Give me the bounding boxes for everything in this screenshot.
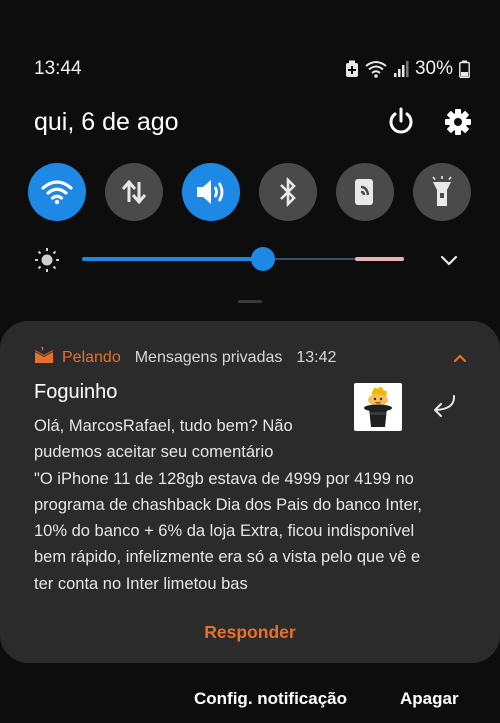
notification-body-line: Olá, MarcosRafael, tudo bem? Não bbox=[34, 417, 293, 435]
notification-settings-button[interactable]: Config. notificação bbox=[194, 689, 347, 709]
notification-body-line: pudemos aceitar seu comentário bbox=[34, 443, 274, 462]
notification-body-line: 10% do banco + 6% da loja Extra, ficou i… bbox=[34, 522, 415, 541]
collapse-button[interactable] bbox=[452, 351, 468, 363]
data-arrows-icon bbox=[121, 179, 147, 205]
status-time: 13:44 bbox=[34, 58, 82, 79]
battery-saver-icon bbox=[345, 60, 359, 78]
chevron-up-icon bbox=[453, 354, 467, 363]
brightness-fill bbox=[82, 257, 263, 261]
notification-body-line: "O iPhone 11 de 128gb estava de 4999 por… bbox=[34, 469, 414, 488]
brightness-thumb[interactable] bbox=[251, 247, 275, 271]
panel-date: qui, 6 de ago bbox=[34, 108, 179, 136]
notification-card[interactable]: Pelando Mensagens privadas 13:42 Foguinh… bbox=[0, 321, 500, 663]
signal-icon bbox=[393, 60, 409, 78]
brightness-icon bbox=[34, 247, 60, 273]
speaker-icon bbox=[197, 180, 224, 204]
wifi-toggle[interactable] bbox=[28, 163, 86, 221]
screen-rotation-toggle[interactable] bbox=[336, 163, 394, 221]
pelando-app-icon bbox=[34, 346, 54, 369]
notification-body-line: bem rápido, infelizmente era só a vista … bbox=[34, 548, 421, 567]
power-icon bbox=[389, 107, 413, 134]
flashlight-toggle[interactable] bbox=[413, 163, 471, 221]
wifi-icon bbox=[41, 180, 73, 205]
expand-button[interactable] bbox=[438, 250, 460, 270]
flashlight-icon bbox=[432, 176, 452, 206]
reply-button[interactable]: Responder bbox=[0, 622, 500, 643]
brightness-track bbox=[263, 258, 355, 260]
notification-title: Foguinho bbox=[34, 381, 118, 403]
drag-handle[interactable] bbox=[238, 300, 262, 303]
settings-button[interactable] bbox=[443, 106, 473, 138]
gear-icon bbox=[445, 109, 471, 135]
brightness-slider[interactable] bbox=[82, 257, 404, 261]
power-button[interactable] bbox=[386, 106, 416, 138]
notification-channel: Mensagens privadas bbox=[134, 348, 283, 366]
notification-time: 13:42 bbox=[296, 348, 337, 366]
brightness-high-zone bbox=[355, 257, 404, 261]
notification-body-line: programa de chashback Dia dos Pais do ba… bbox=[34, 495, 422, 514]
bluetooth-icon bbox=[280, 177, 296, 207]
status-icons: 30% bbox=[345, 58, 470, 80]
bluetooth-toggle[interactable] bbox=[259, 163, 317, 221]
quick-toggles bbox=[28, 163, 471, 221]
wifi-icon bbox=[365, 60, 387, 78]
rotate-icon bbox=[355, 179, 373, 205]
battery-percent: 30% bbox=[414, 58, 453, 79]
notification-body-line: ter conta no Inter limetou bas bbox=[34, 574, 248, 593]
notification-app-name: Pelando bbox=[62, 348, 121, 366]
chevron-down-icon bbox=[440, 255, 458, 266]
battery-icon bbox=[459, 60, 470, 78]
mobile-data-toggle[interactable] bbox=[105, 163, 163, 221]
notification-header: Pelando Mensagens privadas 13:42 bbox=[34, 346, 336, 369]
sound-toggle[interactable] bbox=[182, 163, 240, 221]
notification-body: Olá, MarcosRafael, tudo bem? Não pudemos… bbox=[34, 413, 464, 597]
clear-button[interactable]: Apagar bbox=[400, 689, 459, 709]
